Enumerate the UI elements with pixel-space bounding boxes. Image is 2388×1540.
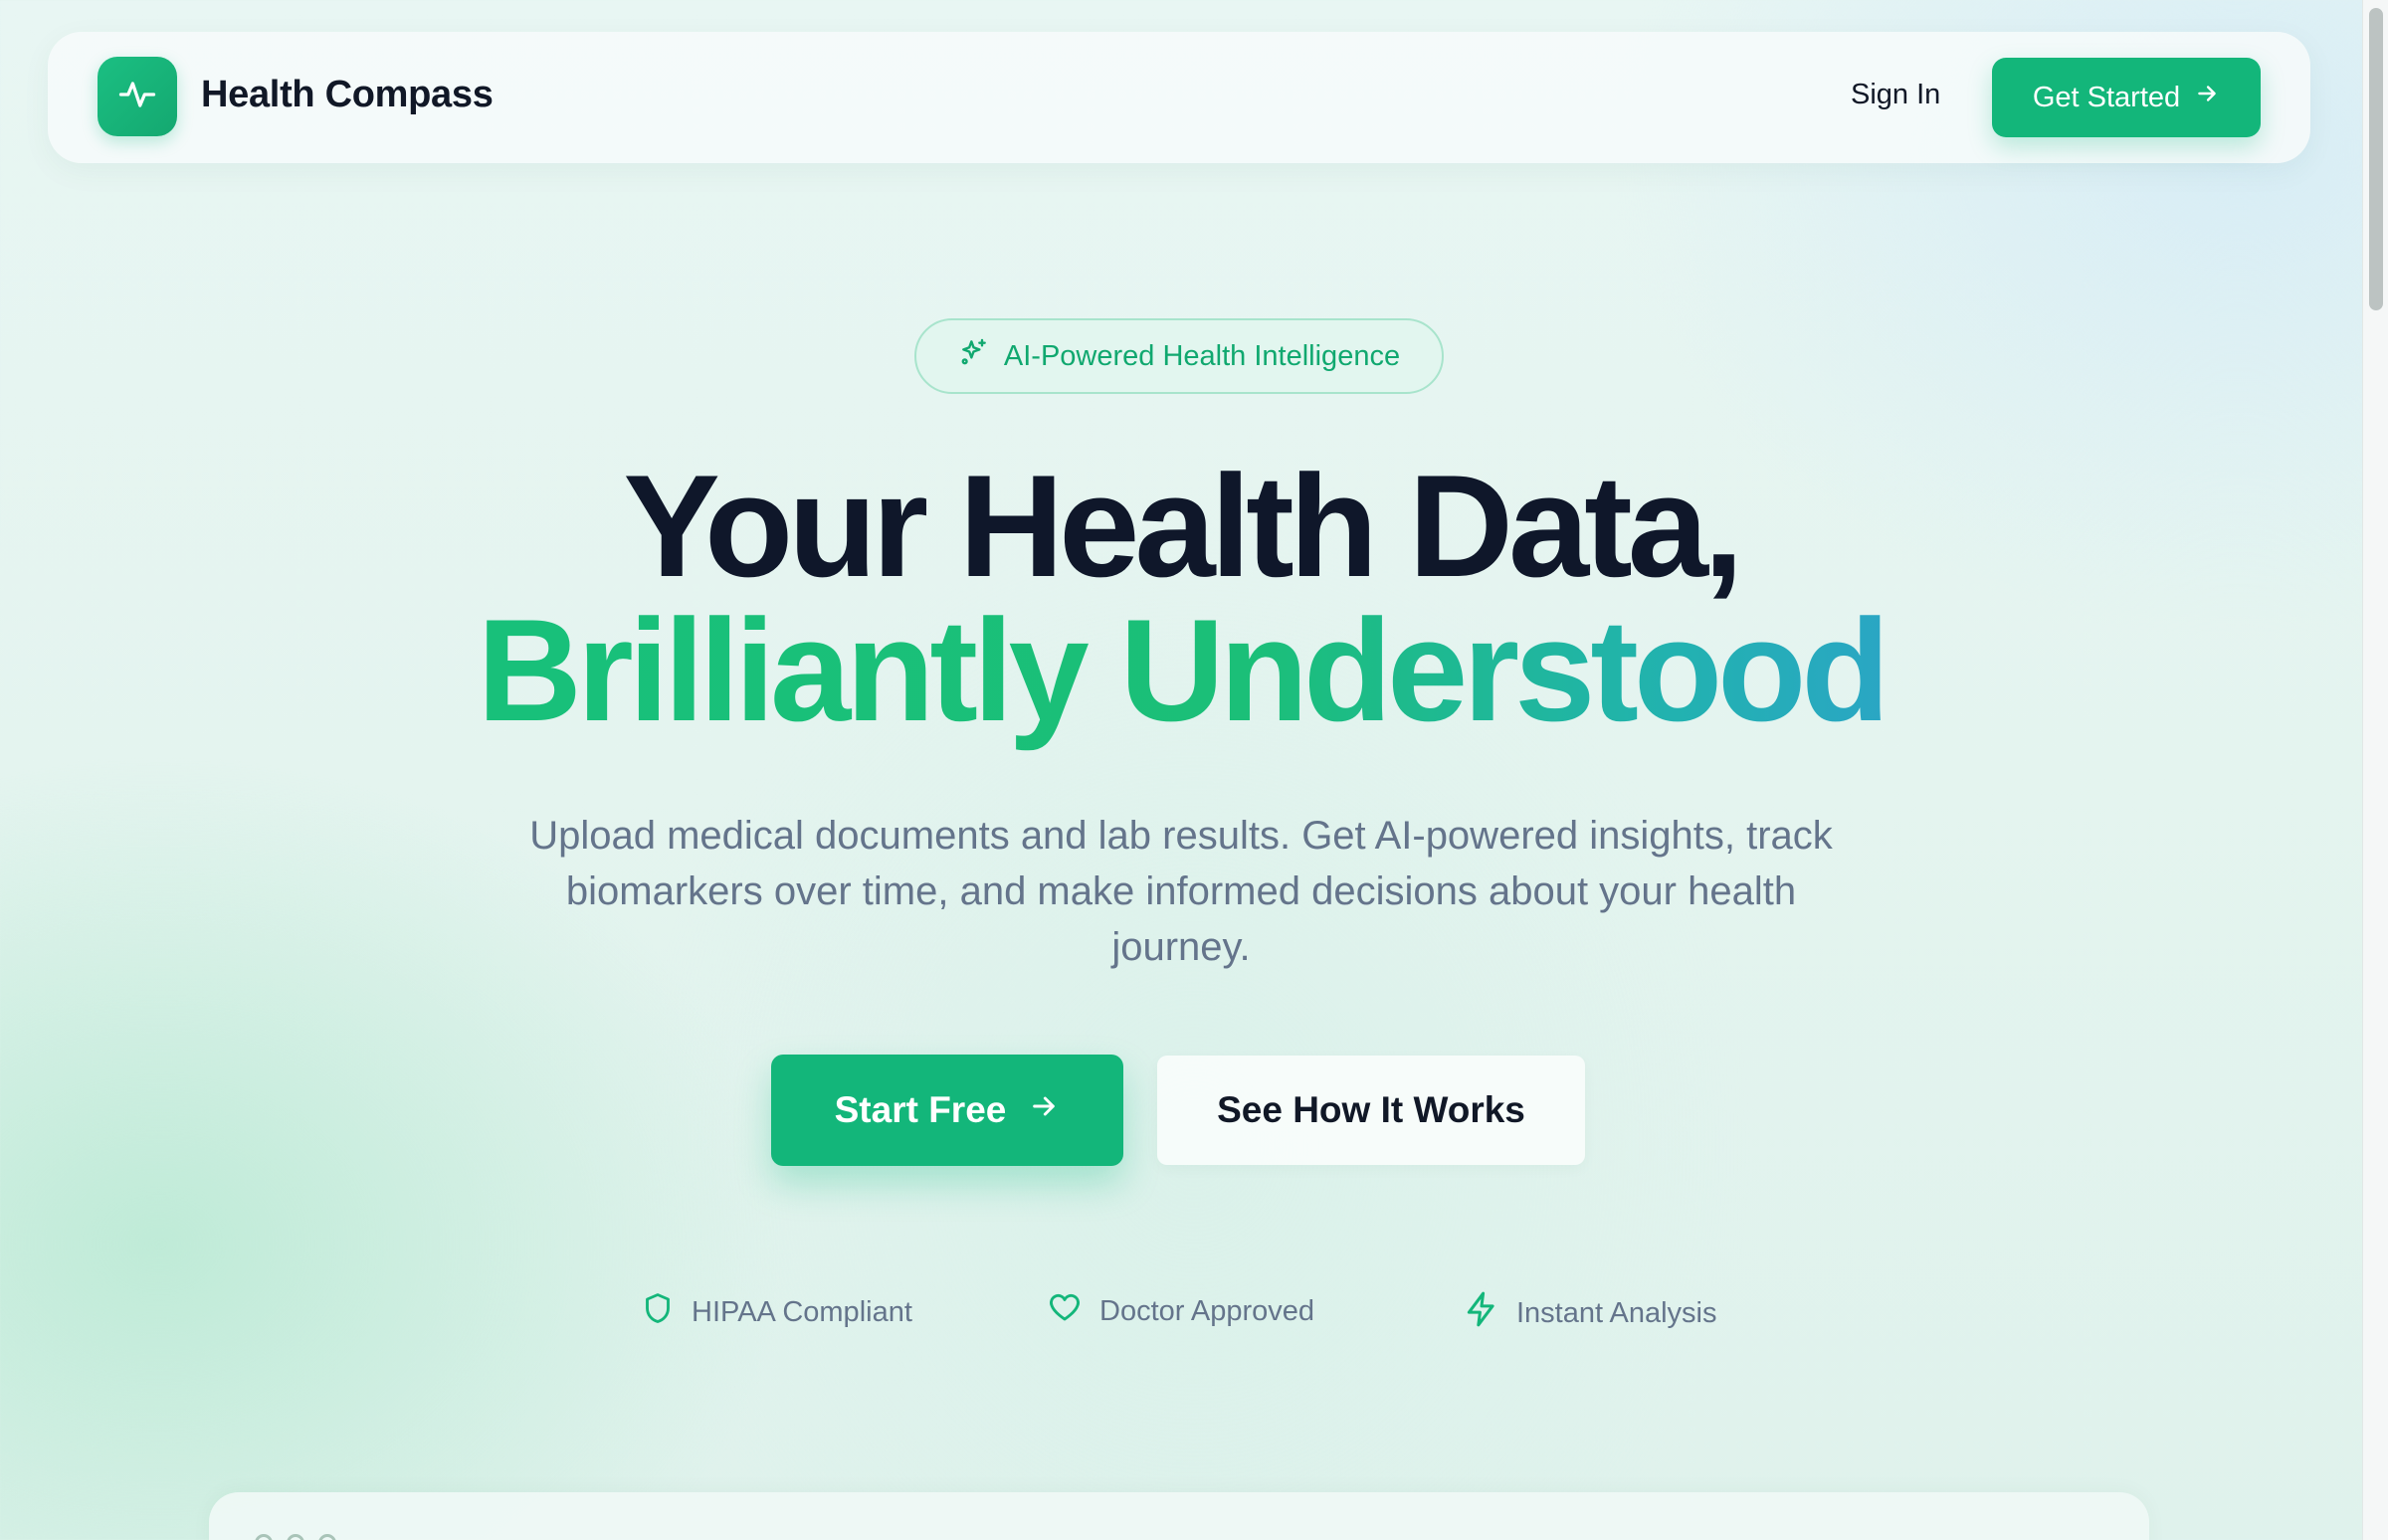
hero-headline-line-1: Your Health Data, <box>623 445 1743 607</box>
app-preview-card <box>209 1492 2149 1540</box>
logo-tile[interactable] <box>98 57 177 136</box>
sign-in-link[interactable]: Sign In <box>1851 79 1940 111</box>
window-controls <box>255 1534 336 1540</box>
trust-badge-label: Instant Analysis <box>1516 1296 1717 1329</box>
shield-icon <box>640 1289 676 1335</box>
hero-headline-line-2: Brilliantly Understood <box>0 595 2362 746</box>
get-started-button[interactable]: Get Started <box>1992 58 2261 137</box>
activity-pulse-icon <box>115 73 159 121</box>
ai-badge-label: AI-Powered Health Intelligence <box>1003 339 1401 372</box>
trust-badge-hipaa: HIPAA Compliant <box>640 1289 912 1335</box>
hero-description: Upload medical documents and lab results… <box>529 814 1833 969</box>
page-scrollbar[interactable] <box>2362 0 2388 1540</box>
heart-icon <box>1046 1289 1084 1333</box>
start-free-label: Start Free <box>834 1089 1007 1130</box>
hero-headline-gradient-text: Brilliantly Understood <box>477 589 1890 751</box>
ai-badge: AI-Powered Health Intelligence <box>914 318 1444 394</box>
scrollbar-thumb[interactable] <box>2369 8 2383 310</box>
trust-badge-doctor: Doctor Approved <box>1046 1289 1314 1333</box>
trust-badge-instant: Instant Analysis <box>1463 1289 1717 1337</box>
arrow-right-icon <box>1028 1089 1060 1131</box>
window-dot <box>318 1534 336 1540</box>
top-navbar: Health Compass Sign In Get Started <box>48 32 2310 163</box>
window-dot <box>287 1534 304 1540</box>
start-free-button[interactable]: Start Free <box>771 1055 1123 1166</box>
trust-badge-label: Doctor Approved <box>1099 1294 1315 1327</box>
see-how-it-works-label: See How It Works <box>1217 1089 1525 1130</box>
lightning-icon <box>1463 1289 1500 1337</box>
brand-name[interactable]: Health Compass <box>201 74 494 116</box>
get-started-label: Get Started <box>2032 81 2181 113</box>
see-how-it-works-button[interactable]: See How It Works <box>1157 1056 1585 1165</box>
sparkles-icon <box>958 336 990 376</box>
arrow-right-icon <box>2194 81 2220 114</box>
window-dot <box>255 1534 273 1540</box>
trust-badge-label: HIPAA Compliant <box>692 1295 912 1328</box>
